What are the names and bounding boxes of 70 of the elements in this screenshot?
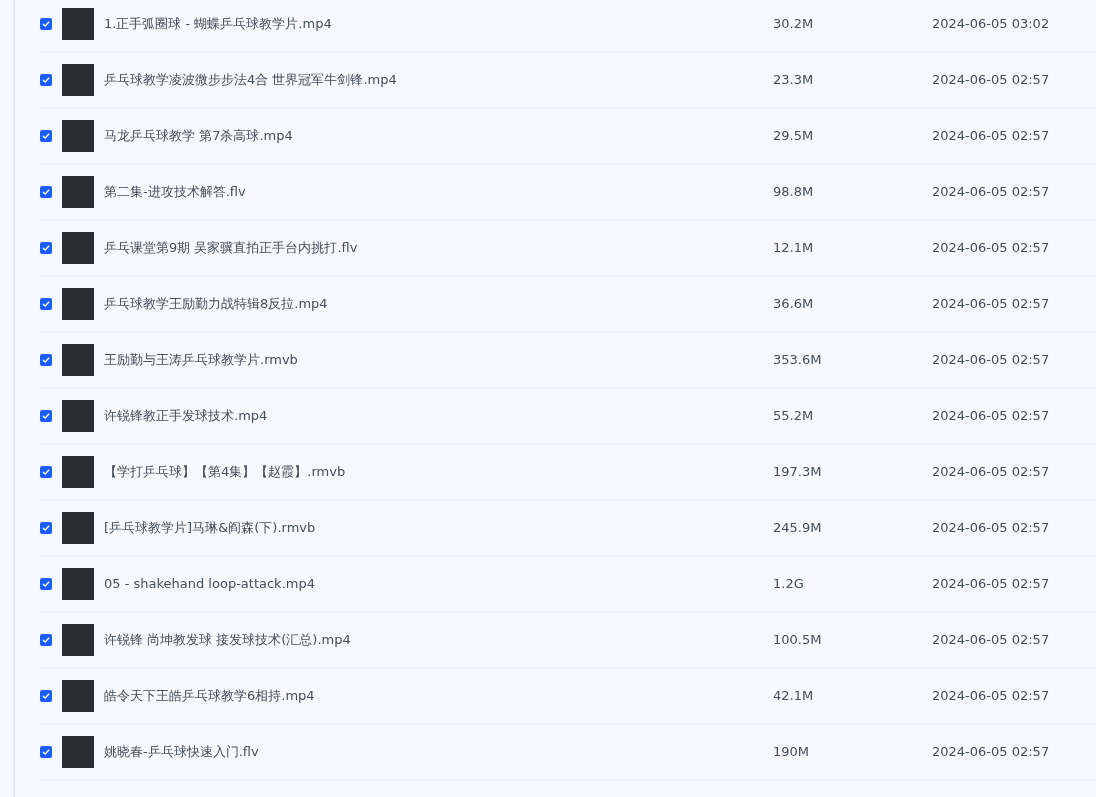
file-size: 197.3M — [773, 464, 823, 479]
checkbox[interactable] — [40, 185, 52, 198]
file-name[interactable]: [乒乓球教学片]马琳&阎森(下).rmvb — [104, 518, 773, 537]
modified-date: 2024-06-05 02:57 — [932, 576, 1050, 591]
modified-date: 2024-06-05 02:57 — [932, 352, 1050, 367]
file-size: 30.2M — [773, 16, 815, 31]
checkbox[interactable] — [40, 577, 52, 590]
file-name[interactable]: 乒乓课堂第9期 吴家骥直拍正手台内挑打.flv — [104, 238, 773, 257]
checkbox[interactable] — [40, 409, 52, 422]
video-thumbnail — [62, 343, 94, 376]
modified-date: 2024-06-05 02:57 — [932, 520, 1050, 535]
modified-date: 2024-06-05 02:57 — [932, 408, 1050, 423]
video-thumbnail — [62, 679, 94, 712]
file-size: 1.2G — [773, 576, 805, 591]
video-thumbnail — [62, 175, 94, 208]
file-name[interactable]: 王励勤与王涛乒乓球教学片.rmvb — [104, 350, 773, 369]
video-thumbnail — [62, 63, 94, 96]
file-name[interactable]: 姚晓春-乒乓球快速入门.flv — [104, 742, 773, 761]
file-size: 190M — [773, 744, 811, 759]
file-name[interactable]: 皓令天下王皓乒乓球教学6相持.mp4 — [104, 686, 773, 705]
video-thumbnail — [62, 567, 94, 600]
video-thumbnail — [62, 623, 94, 656]
file-size: 42.1M — [773, 688, 815, 703]
checkbox[interactable] — [40, 297, 52, 310]
file-name[interactable]: 【学打乒乓球】【第4集】【赵霞】.rmvb — [104, 462, 773, 481]
checkbox[interactable] — [40, 73, 52, 86]
modified-date: 2024-06-05 02:57 — [932, 240, 1050, 255]
file-size: 98.8M — [773, 184, 815, 199]
modified-date: 2024-06-05 02:57 — [932, 296, 1050, 311]
video-thumbnail — [62, 735, 94, 768]
file-name[interactable]: 马龙乒乓球教学 第7杀高球.mp4 — [104, 126, 773, 145]
modified-date: 2024-06-05 02:57 — [932, 688, 1050, 703]
file-name[interactable]: 乒乓球教学凌波微步步法4合 世界冠军牛剑锋.mp4 — [104, 70, 773, 89]
video-thumbnail — [62, 119, 94, 152]
modified-date: 2024-06-05 02:57 — [932, 184, 1050, 199]
file-size: 353.6M — [773, 352, 823, 367]
file-size: 245.9M — [773, 520, 823, 535]
file-size: 100.5M — [773, 632, 823, 647]
file-size: 23.3M — [773, 72, 815, 87]
modified-date: 2024-06-05 02:57 — [932, 632, 1050, 647]
file-name[interactable]: 05 - shakehand loop-attack.mp4 — [104, 576, 773, 591]
checkbox[interactable] — [40, 353, 52, 366]
video-thumbnail — [62, 287, 94, 320]
modified-date: 2024-06-05 03:02 — [932, 16, 1050, 31]
file-name[interactable]: 1.正手弧圈球 - 蝴蝶乒乓球教学片.mp4 — [104, 14, 773, 33]
file-size: 36.6M — [773, 296, 815, 311]
checkbox[interactable] — [40, 745, 52, 758]
video-thumbnail — [62, 455, 94, 488]
checkbox[interactable] — [40, 633, 52, 646]
file-name[interactable]: 许锐锋 尚坤教发球 接发球技术(汇总).mp4 — [104, 630, 773, 649]
checkbox[interactable] — [40, 521, 52, 534]
video-thumbnail — [62, 511, 94, 544]
file-size: 29.5M — [773, 128, 815, 143]
video-thumbnail — [62, 231, 94, 264]
checkbox[interactable] — [40, 17, 52, 30]
video-thumbnail — [62, 399, 94, 432]
checkbox[interactable] — [40, 465, 52, 478]
checkbox[interactable] — [40, 129, 52, 142]
file-name[interactable]: 许锐锋教正手发球技术.mp4 — [104, 406, 773, 425]
file-name[interactable]: 乒乓球教学王励勤力战特辑8反拉.mp4 — [104, 294, 773, 313]
checkbox[interactable] — [40, 241, 52, 254]
file-size: 12.1M — [773, 240, 815, 255]
file-name[interactable]: 第二集-进攻技术解答.flv — [104, 182, 773, 201]
modified-date: 2024-06-05 02:57 — [932, 128, 1050, 143]
video-thumbnail — [62, 7, 94, 40]
checkbox[interactable] — [40, 689, 52, 702]
file-size: 55.2M — [773, 408, 815, 423]
modified-date: 2024-06-05 02:57 — [932, 744, 1050, 759]
modified-date: 2024-06-05 02:57 — [932, 72, 1050, 87]
modified-date: 2024-06-05 02:57 — [932, 464, 1050, 479]
